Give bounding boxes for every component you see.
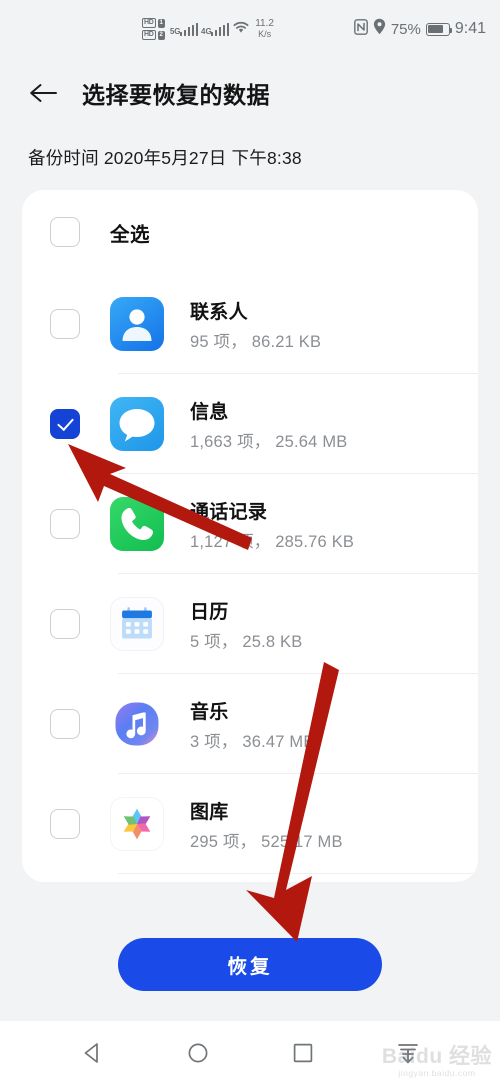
- item-meta: 音乐 3 项， 36.47 MB: [190, 697, 315, 752]
- page-title: 选择要恢复的数据: [82, 82, 270, 108]
- status-bar-right: 75% 9:41: [353, 18, 486, 40]
- item-meta: 图库 295 项， 525.17 MB: [190, 797, 343, 852]
- select-all-label: 全选: [110, 223, 151, 246]
- status-bar-indicators: HD 1 HD 2 5G 4G 11.2 K/s: [142, 18, 274, 40]
- item-subtitle: 1,663 项， 25.64 MB: [190, 432, 348, 451]
- hd-badge-icon: HD: [142, 18, 156, 28]
- sim-1-badge: 1: [157, 18, 165, 28]
- item-checkbox[interactable]: [50, 409, 80, 439]
- list-item[interactable]: 图库 295 项， 525.17 MB: [22, 774, 478, 874]
- restore-button[interactable]: 恢复: [118, 938, 382, 991]
- battery-icon: [425, 22, 453, 36]
- item-subtitle: 95 项， 86.21 KB: [190, 332, 322, 351]
- item-checkbox[interactable]: [50, 609, 80, 639]
- select-all-row[interactable]: 全选: [22, 190, 478, 274]
- wifi-icon: [232, 20, 250, 39]
- location-pin-icon: [373, 18, 386, 40]
- list-item[interactable]: 通话记录 1,127 项， 285.76 KB: [22, 474, 478, 574]
- item-checkbox[interactable]: [50, 509, 80, 539]
- nfc-icon: [353, 18, 368, 40]
- item-meta: 通话记录 1,127 项， 285.76 KB: [190, 497, 354, 552]
- list-item[interactable]: 联系人 95 项， 86.21 KB: [22, 274, 478, 374]
- item-name: 图库: [190, 801, 229, 823]
- sim2-hd-row: HD 2: [142, 30, 165, 40]
- signal-1: 5G: [170, 22, 199, 36]
- sim-2-badge: 2: [157, 30, 165, 40]
- hd-badge-icon: HD: [142, 30, 156, 40]
- list-item[interactable]: 日历 5 项， 25.8 KB: [22, 574, 478, 674]
- messages-icon: [110, 397, 164, 451]
- item-checkbox[interactable]: [50, 809, 80, 839]
- nav-download-icon[interactable]: [384, 1029, 432, 1077]
- signal-bars-icon: [210, 22, 230, 36]
- item-name: 通话记录: [190, 501, 268, 523]
- phone-screen: HD 1 HD 2 5G 4G 11.2 K/s 75% 9:41 选择要恢复的…: [0, 0, 500, 1084]
- item-meta: 联系人 95 项， 86.21 KB: [190, 297, 321, 352]
- signal-2: 4G: [201, 22, 230, 36]
- select-all-checkbox[interactable]: [50, 217, 80, 247]
- item-checkbox[interactable]: [50, 709, 80, 739]
- nav-home-icon[interactable]: [174, 1029, 222, 1077]
- list-item[interactable]: 信息 1,663 项， 25.64 MB: [22, 374, 478, 474]
- item-subtitle: 1,127 项， 285.76 KB: [190, 532, 355, 551]
- volte-hd-indicators: HD 1 HD 2: [142, 18, 165, 40]
- contacts-icon: [110, 297, 164, 351]
- item-checkbox[interactable]: [50, 309, 80, 339]
- item-subtitle: 3 项， 36.47 MB: [190, 732, 315, 751]
- item-meta: 日历 5 项， 25.8 KB: [190, 597, 302, 652]
- status-bar: HD 1 HD 2 5G 4G 11.2 K/s 75% 9:41: [0, 0, 500, 58]
- system-nav-bar: [0, 1021, 500, 1084]
- music-icon: [110, 697, 164, 751]
- network-speed-unit: K/s: [258, 29, 272, 39]
- battery-percent-label: 75%: [390, 20, 421, 38]
- calendar-icon: [110, 597, 164, 651]
- data-selection-card: 全选 联系人 95 项， 86.21 KB 信息 1,663 项， 25.64 …: [22, 190, 478, 882]
- gallery-icon: [110, 797, 164, 851]
- back-arrow-icon[interactable]: [26, 76, 60, 110]
- network-speed-value: 11.2: [255, 18, 274, 29]
- backup-time-label: 备份时间 2020年5月27日 下午8:38: [28, 148, 302, 168]
- phone-icon: [110, 497, 164, 551]
- item-name: 信息: [190, 401, 229, 423]
- item-meta: 信息 1,663 项， 25.64 MB: [190, 397, 347, 452]
- item-subtitle: 5 项， 25.8 KB: [190, 632, 303, 651]
- sim1-hd-row: HD 1: [142, 18, 165, 28]
- item-subtitle: 295 项， 525.17 MB: [190, 832, 343, 851]
- status-bar-clock: 9:41: [454, 20, 486, 37]
- list-item[interactable]: 音乐 3 项， 36.47 MB: [22, 674, 478, 774]
- nav-back-icon[interactable]: [69, 1029, 117, 1077]
- app-bar: 选择要恢复的数据: [0, 62, 500, 124]
- item-name: 联系人: [190, 301, 248, 323]
- signal-bars-icon: [179, 22, 199, 36]
- row-divider: [118, 873, 478, 874]
- item-name: 音乐: [190, 701, 229, 723]
- nav-recents-icon[interactable]: [279, 1029, 327, 1077]
- item-name: 日历: [190, 601, 229, 623]
- network-speed: 11.2 K/s: [255, 18, 274, 40]
